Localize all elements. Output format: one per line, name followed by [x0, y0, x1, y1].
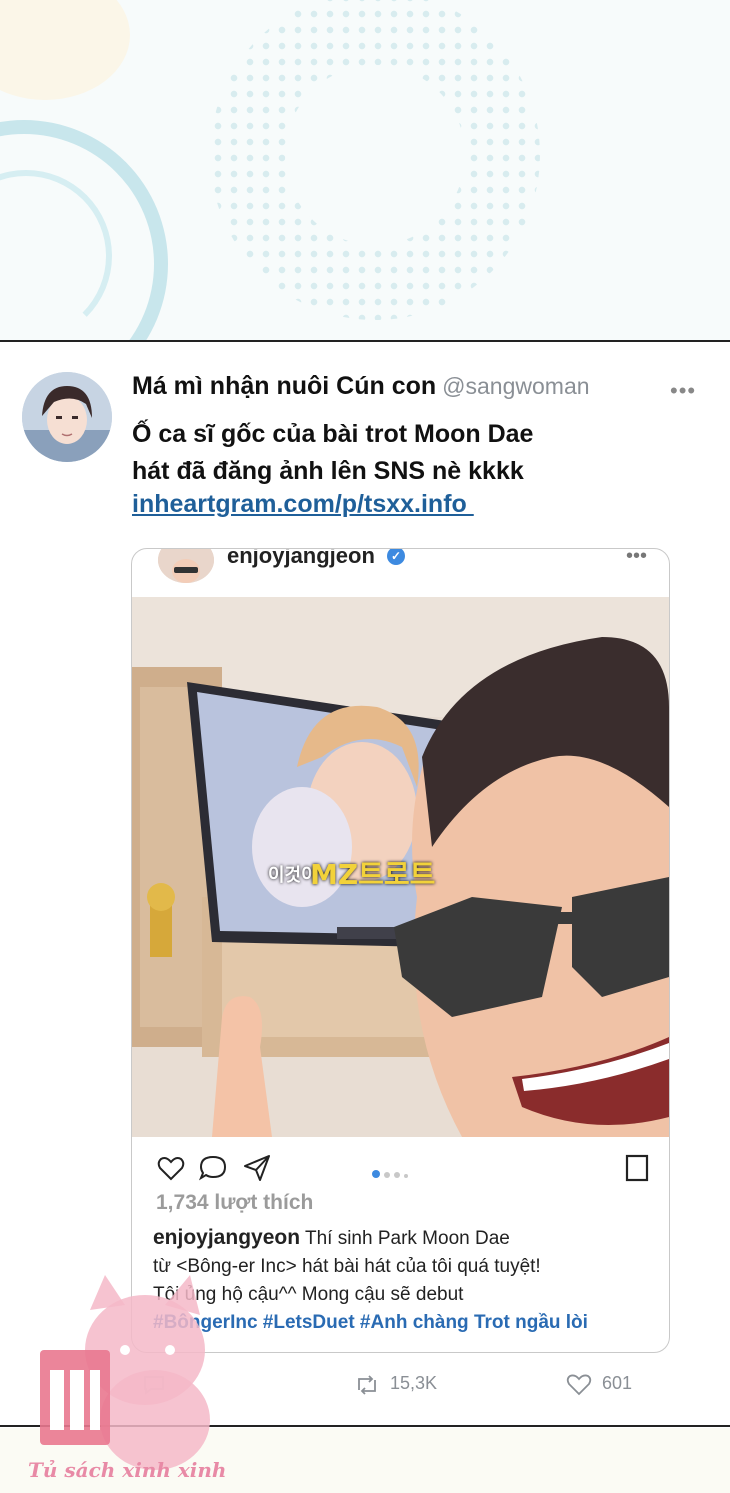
- post-photo[interactable]: 이것이 MZ트로트: [132, 597, 669, 1137]
- post-actions: [132, 1153, 669, 1187]
- carousel-dot: [372, 1170, 380, 1178]
- watermark-cat-logo: [40, 1275, 210, 1470]
- avatar-illustration: [22, 372, 112, 462]
- carousel-indicator: [372, 1165, 412, 1183]
- comment-icon[interactable]: [198, 1153, 228, 1183]
- author-avatar[interactable]: [22, 372, 112, 462]
- share-icon[interactable]: [242, 1153, 272, 1183]
- heart-icon[interactable]: [156, 1153, 186, 1183]
- like-icon[interactable]: [566, 1373, 592, 1397]
- tweet-card: Má mì nhận nuôi Cún con @sangwoman ••• Ố …: [0, 342, 730, 1426]
- tweet-text-line: Ố ca sĩ gốc của bài trot Moon Dae: [132, 420, 534, 448]
- embedded-post-card[interactable]: enjoyjangjeon ✓ ••• 이것이 MZ트로트 1,734 lượt…: [131, 548, 670, 1353]
- carousel-dot: [404, 1174, 408, 1178]
- retweet-icon[interactable]: [354, 1374, 380, 1396]
- caption-username[interactable]: enjoyjangyeon: [153, 1226, 300, 1249]
- post-avatar[interactable]: [158, 549, 214, 583]
- like-count: 601: [602, 1373, 633, 1393]
- verified-badge-icon: ✓: [387, 549, 405, 565]
- carousel-dot: [394, 1172, 400, 1178]
- caption-line: Thí sinh Park Moon Dae: [304, 1228, 510, 1249]
- tweet-more-icon[interactable]: •••: [670, 378, 696, 404]
- author-name[interactable]: Má mì nhận nuôi Cún con: [132, 372, 436, 400]
- tweet-text: Ố ca sĩ gốc của bài trot Moon Dae hát đã…: [132, 416, 652, 490]
- retweet-count: 15,3K: [390, 1373, 438, 1393]
- post-avatar-illustration: [158, 549, 214, 583]
- post-like-count[interactable]: 1,734 lượt thích: [156, 1191, 313, 1215]
- photo-overlay-title: MZ트로트: [310, 858, 436, 891]
- watermark-text: Tủ sách xinh xinh: [28, 1458, 227, 1482]
- tweet-link[interactable]: inheartgram.com/p/tsxx.info: [132, 490, 474, 519]
- background-ring-center: [285, 65, 465, 245]
- post-username[interactable]: enjoyjangjeon: [227, 549, 375, 569]
- top-background: [0, 0, 730, 340]
- bookmark-icon[interactable]: [622, 1153, 652, 1183]
- background-blob: [0, 0, 130, 100]
- post-more-icon[interactable]: •••: [626, 549, 647, 568]
- tweet-text-line: hát đã đăng ảnh lên SNS nè kkkk: [132, 457, 524, 485]
- author-handle[interactable]: @sangwoman: [442, 373, 589, 399]
- carousel-dot: [384, 1172, 390, 1178]
- author-line: Má mì nhận nuôi Cún con @sangwoman: [132, 372, 590, 401]
